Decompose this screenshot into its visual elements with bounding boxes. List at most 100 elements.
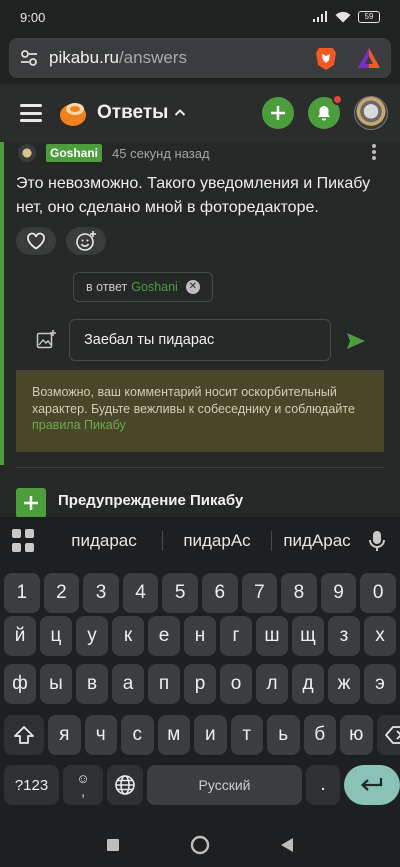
- suggestion-3[interactable]: пидАрас: [272, 531, 362, 551]
- notification-badge: [332, 94, 343, 105]
- more-options-icon[interactable]: [372, 144, 376, 160]
- key-8[interactable]: 8: [281, 573, 317, 613]
- key-4[interactable]: 4: [122, 573, 159, 613]
- comment-username[interactable]: Goshani: [46, 144, 103, 162]
- expand-section-button[interactable]: [16, 488, 46, 518]
- create-post-button[interactable]: [262, 97, 294, 129]
- key-6[interactable]: 6: [201, 573, 238, 613]
- key-2[interactable]: 2: [43, 573, 80, 613]
- suggestion-2[interactable]: пидарАс: [163, 531, 271, 551]
- pikabu-logo-icon[interactable]: [58, 98, 88, 128]
- key-letter[interactable]: ы: [40, 664, 72, 704]
- key-letter[interactable]: у: [76, 616, 108, 656]
- add-reaction-button[interactable]: [66, 227, 106, 255]
- section-title[interactable]: Предупреждение Пикабу: [58, 492, 243, 509]
- reply-to-prefix: в ответ: [86, 280, 128, 294]
- key-7[interactable]: 7: [241, 573, 278, 613]
- letter-row-3: я ч с м и т ь б ю: [4, 715, 400, 755]
- key-letter[interactable]: т: [230, 715, 263, 755]
- key-letter[interactable]: е: [148, 616, 180, 656]
- key-letter[interactable]: я: [48, 715, 81, 755]
- reply-to-name[interactable]: Goshani: [131, 280, 178, 294]
- app-header: Ответы: [0, 84, 400, 142]
- page-title[interactable]: Ответы: [97, 102, 168, 124]
- key-letter[interactable]: й: [4, 616, 36, 656]
- bottom-row: ?123 ☺ , Русский .: [4, 765, 400, 805]
- key-letter[interactable]: л: [256, 664, 288, 704]
- screen: 9:00 59 pikabu.ru/answers Ответы Goshani…: [0, 0, 400, 867]
- emoji-comma-key[interactable]: ☺ ,: [63, 765, 103, 805]
- send-icon[interactable]: [346, 332, 366, 350]
- key-letter[interactable]: ю: [340, 715, 373, 755]
- key-letter[interactable]: б: [303, 715, 336, 755]
- like-button[interactable]: [16, 227, 56, 255]
- key-0[interactable]: 0: [360, 573, 396, 613]
- key-3[interactable]: 3: [83, 573, 119, 613]
- key-letter[interactable]: д: [292, 664, 324, 704]
- key-letter[interactable]: ж: [328, 664, 360, 704]
- space-key[interactable]: Русский: [147, 765, 302, 805]
- key-letter[interactable]: с: [121, 715, 154, 755]
- backspace-key[interactable]: [376, 715, 400, 755]
- user-avatar[interactable]: [354, 96, 388, 130]
- status-icons: 59: [312, 11, 380, 23]
- key-letter[interactable]: щ: [292, 616, 324, 656]
- symbols-key[interactable]: ?123: [4, 765, 59, 805]
- key-letter[interactable]: ь: [267, 715, 300, 755]
- key-letter[interactable]: м: [157, 715, 190, 755]
- key-letter[interactable]: х: [364, 616, 396, 656]
- key-1[interactable]: 1: [4, 573, 40, 613]
- menu-icon[interactable]: [20, 104, 42, 122]
- period-key[interactable]: .: [306, 765, 340, 805]
- key-letter[interactable]: а: [112, 664, 144, 704]
- status-time: 9:00: [20, 9, 46, 25]
- key-letter[interactable]: и: [194, 715, 227, 755]
- comments-area: Goshani 45 секунд назад Это невозможно. …: [0, 142, 400, 518]
- key-letter[interactable]: н: [184, 616, 216, 656]
- key-5[interactable]: 5: [162, 573, 198, 613]
- microphone-icon[interactable]: [364, 528, 390, 554]
- key-9[interactable]: 9: [320, 573, 357, 613]
- comment-input[interactable]: Заебал ты пидарас: [69, 319, 331, 361]
- chevron-up-icon[interactable]: [174, 107, 186, 119]
- key-letter[interactable]: ш: [256, 616, 288, 656]
- brave-shields-icon[interactable]: [313, 45, 339, 71]
- brave-rewards-icon[interactable]: [357, 46, 381, 70]
- notifications-button[interactable]: [308, 94, 343, 129]
- url-text[interactable]: pikabu.ru/answers: [49, 48, 313, 68]
- rules-link[interactable]: правила Пикабу: [32, 418, 126, 432]
- commenter-avatar[interactable]: [18, 144, 36, 162]
- bell-icon: [318, 106, 330, 121]
- key-letter[interactable]: п: [148, 664, 180, 704]
- key-letter[interactable]: ч: [84, 715, 117, 755]
- letter-row-1: й ц у к е н г ш щ з х: [4, 616, 400, 656]
- key-letter[interactable]: з: [328, 616, 360, 656]
- shift-icon: [14, 726, 34, 744]
- key-letter[interactable]: ц: [40, 616, 72, 656]
- site-settings-icon[interactable]: [19, 48, 39, 68]
- comment-meta: Goshani 45 секунд назад: [18, 143, 210, 163]
- heart-icon: [27, 232, 45, 250]
- key-letter[interactable]: р: [184, 664, 216, 704]
- suggestion-bar: пидарас пидарАс пидАрас: [0, 517, 400, 565]
- recents-icon[interactable]: [106, 838, 120, 852]
- close-icon[interactable]: ✕: [185, 280, 200, 294]
- shift-key[interactable]: [4, 715, 44, 755]
- suggestion-1[interactable]: пидарас: [46, 531, 162, 551]
- enter-icon: [360, 778, 383, 791]
- key-letter[interactable]: ф: [4, 664, 36, 704]
- attach-image-icon[interactable]: [36, 330, 56, 350]
- enter-key[interactable]: [344, 765, 400, 805]
- key-letter[interactable]: о: [220, 664, 252, 704]
- language-key[interactable]: [107, 765, 143, 805]
- keyboard-apps-icon[interactable]: [12, 529, 36, 553]
- address-bar[interactable]: pikabu.ru/answers: [9, 38, 391, 78]
- key-letter[interactable]: к: [112, 616, 144, 656]
- comment-time[interactable]: 45 секунд назад: [112, 146, 210, 161]
- key-letter[interactable]: э: [364, 664, 396, 704]
- back-icon[interactable]: [280, 837, 294, 853]
- key-letter[interactable]: в: [76, 664, 108, 704]
- home-icon[interactable]: [190, 835, 210, 855]
- battery-level: 59: [364, 12, 374, 21]
- key-letter[interactable]: г: [220, 616, 252, 656]
